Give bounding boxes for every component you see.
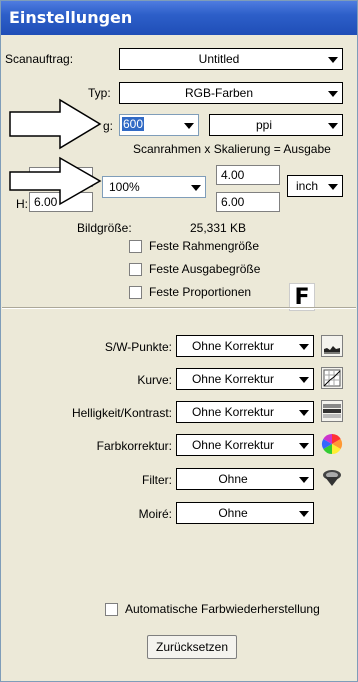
annotation-arrows <box>9 98 102 206</box>
arrow-pointer-icon <box>9 98 102 150</box>
arrow-pointer-icon <box>9 156 102 206</box>
